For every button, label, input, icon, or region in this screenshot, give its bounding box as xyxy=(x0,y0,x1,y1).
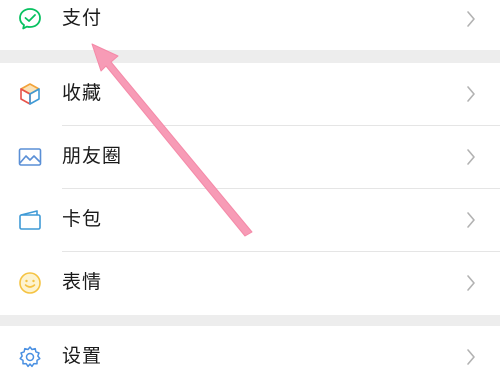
menu-item-settings[interactable]: 设置 xyxy=(0,326,500,375)
pay-group: 支付 xyxy=(0,0,500,50)
chevron-right-icon xyxy=(467,149,475,165)
chevron-right-icon xyxy=(467,212,475,228)
menu-item-favorites-label: 收藏 xyxy=(62,82,103,104)
features-group: 收藏 朋友圈 卡包 表情 xyxy=(0,63,500,315)
menu-item-stickers[interactable]: 表情 xyxy=(0,252,500,314)
menu-item-favorites[interactable]: 收藏 xyxy=(0,63,500,125)
me-page: 支付 收藏 朋友圈 卡包 表情 设置 xyxy=(0,0,500,375)
gear-icon xyxy=(19,346,41,368)
chevron-right-icon xyxy=(467,11,475,27)
menu-item-settings-label: 设置 xyxy=(62,345,103,367)
chevron-right-icon xyxy=(467,349,475,365)
chevron-right-icon xyxy=(467,86,475,102)
pay-icon xyxy=(19,8,41,30)
card-wallet-icon xyxy=(19,210,41,230)
menu-item-pay-label: 支付 xyxy=(62,7,103,29)
menu-item-cards[interactable]: 卡包 xyxy=(0,189,500,251)
menu-item-moments-label: 朋友圈 xyxy=(62,145,123,167)
moments-picture-icon xyxy=(18,148,42,166)
menu-item-cards-label: 卡包 xyxy=(62,208,103,230)
favorites-cube-icon xyxy=(20,83,40,105)
menu-item-moments[interactable]: 朋友圈 xyxy=(0,126,500,188)
menu-item-pay[interactable]: 支付 xyxy=(0,0,500,50)
smiley-face-icon xyxy=(19,272,41,294)
settings-group: 设置 xyxy=(0,326,500,375)
chevron-right-icon xyxy=(467,275,475,291)
menu-item-stickers-label: 表情 xyxy=(62,271,103,293)
